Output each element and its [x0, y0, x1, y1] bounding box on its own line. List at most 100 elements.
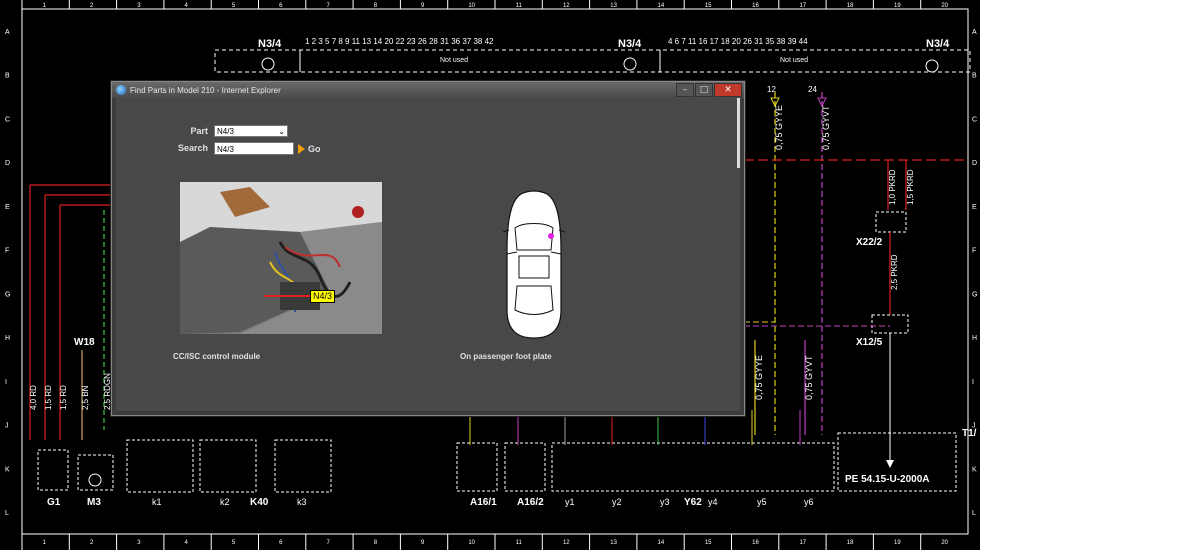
column-label: 7 [326, 540, 330, 546]
window-title: Find Parts in Model 210 - Internet Explo… [130, 85, 281, 95]
row-label: E [972, 204, 977, 211]
column-label: 2 [90, 3, 94, 9]
component-y3: y3 [660, 497, 670, 507]
wire-left-4: 2,5 BN [81, 385, 90, 410]
column-label: 8 [374, 540, 378, 546]
column-label: 9 [421, 3, 425, 9]
component-a16-2: A16/2 [517, 497, 544, 508]
column-label: 12 [563, 3, 570, 9]
part-location-photo: N4/3 [180, 182, 382, 334]
component-labels: G1 M3 k1 k2 K40 k3 A16/1 A16/2 y1 y2 y3 Y62 y4 y5 y6 [47, 497, 814, 508]
component-m3: M3 [87, 497, 101, 508]
row-label: D [972, 160, 977, 167]
go-button-label: Go [308, 143, 321, 154]
component-k3: k3 [297, 497, 307, 507]
column-label: 7 [326, 3, 330, 9]
component-a16-1: A16/1 [470, 497, 497, 508]
column-label: 10 [468, 3, 475, 9]
connector-x22: X22/2 [856, 237, 883, 248]
component-g1: G1 [47, 497, 61, 508]
window-content: Part N4/3 ⌄ Search N4/3 Go N4/3 CC/ISC c… [116, 98, 740, 411]
pin-row-2: 4 6 7 11 16 17 18 20 26 31 35 38 39 44 [668, 37, 808, 46]
wire-gyvt-label: 0,75 GYVT [821, 105, 831, 150]
minimize-button[interactable]: – [676, 83, 694, 97]
column-label: 20 [941, 3, 948, 9]
wire-left-3: 1,5 RD [59, 385, 68, 410]
row-label: G [5, 291, 10, 298]
row-label: K [972, 466, 977, 473]
column-label: 13 [610, 3, 617, 9]
window-titlebar[interactable]: Find Parts in Model 210 - Internet Explo… [112, 82, 744, 98]
component-y6: y6 [804, 497, 814, 507]
component-k40: K40 [250, 497, 269, 508]
component-y2: y2 [612, 497, 622, 507]
row-label: K [5, 466, 10, 473]
pin-12-label: 12 [767, 85, 776, 94]
column-label: 11 [516, 540, 523, 546]
column-label: 5 [232, 540, 236, 546]
wire-pkrd-15-label: 1,5 PKRD [906, 169, 915, 205]
wire-pkrd-25-label: 2,5 PKRD [890, 254, 899, 290]
not-used-label-2: Not used [780, 57, 808, 64]
search-label: Search [177, 143, 208, 153]
component-y5: y5 [757, 497, 767, 507]
wire-gyvt-label-2: 0,75 GYVT [804, 355, 814, 400]
wire-left-1: 4,0 RD [29, 385, 38, 410]
location-marker [548, 233, 554, 239]
go-button[interactable]: Go [298, 142, 321, 155]
row-label: I [972, 379, 974, 386]
close-button[interactable]: ✕ [714, 83, 742, 97]
column-label: 3 [137, 3, 141, 9]
row-label: I [5, 379, 7, 386]
w18-label: W18 [74, 337, 95, 348]
row-label: C [5, 116, 10, 123]
connector-label-2: N3/4 [618, 38, 642, 50]
part-select[interactable]: N4/3 ⌄ [214, 125, 288, 137]
wire-left-2: 1,5 RD [44, 385, 53, 410]
ground-symbol [261, 57, 275, 71]
column-label: 3 [137, 540, 141, 546]
row-label: C [972, 116, 977, 123]
column-label: 20 [941, 540, 948, 546]
connector-label-1: N3/4 [258, 38, 282, 50]
column-label: 19 [894, 540, 901, 546]
pin-row-1: 1 2 3 5 7 8 9 11 13 14 20 22 23 26 28 31… [305, 37, 494, 46]
wire-pkrd-10-label: 1,0 PKRD [888, 169, 897, 205]
column-label: 18 [847, 540, 854, 546]
row-label: F [5, 248, 9, 255]
ground-symbol [925, 59, 939, 73]
column-label: 14 [658, 3, 665, 9]
wire-gyye-label: 0,75 GYYE [774, 105, 784, 150]
wire-gyye-label-2: 0,75 GYYE [754, 355, 764, 400]
column-label: 4 [185, 540, 189, 546]
row-label: A [972, 29, 977, 36]
column-label: 1 [43, 540, 47, 546]
part-select-value: N4/3 [217, 127, 234, 136]
column-label: 11 [516, 3, 523, 9]
column-label: 16 [752, 540, 759, 546]
column-label: 8 [374, 3, 378, 9]
column-label: 6 [279, 540, 283, 546]
component-k1: k1 [152, 497, 162, 507]
photo-callout: N4/3 [310, 290, 336, 303]
column-label: 4 [185, 3, 189, 9]
row-label: H [5, 335, 10, 342]
not-used-label-1: Not used [440, 57, 468, 64]
column-label: 9 [421, 540, 425, 546]
column-label: 14 [658, 540, 665, 546]
row-label: F [972, 248, 976, 255]
row-label: L [972, 510, 976, 517]
column-label: 2 [90, 540, 94, 546]
column-label: 16 [752, 3, 759, 9]
component-k2: k2 [220, 497, 230, 507]
play-arrow-icon [298, 143, 305, 154]
scrollbar[interactable] [737, 98, 740, 168]
column-label: 10 [468, 540, 475, 546]
chevron-down-icon: ⌄ [278, 127, 285, 136]
maximize-button[interactable]: □ [695, 83, 713, 97]
search-input[interactable]: N4/3 [214, 142, 294, 155]
column-label: 17 [799, 3, 806, 9]
column-label: 15 [705, 540, 712, 546]
row-label: A [5, 29, 10, 36]
row-label: G [972, 291, 977, 298]
